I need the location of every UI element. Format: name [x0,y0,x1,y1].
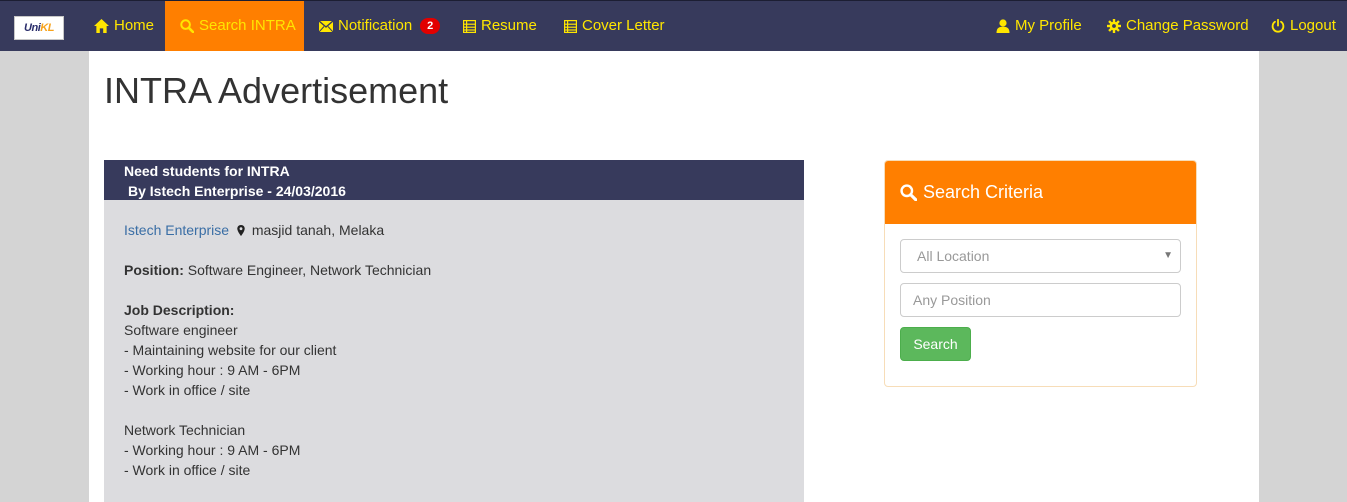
nav-cover-letter-label: Cover Letter [582,17,665,34]
nav-notification-label: Notification [338,17,413,34]
search-icon [180,19,194,33]
navbar: UniKL Home Search INTRA Notification 2 R… [0,0,1347,51]
nav-home-label: Home [114,17,155,34]
ad-title: Need students for INTRA [124,163,290,179]
search-icon [900,184,917,201]
nav-change-password-label: Change Password [1126,17,1249,34]
job-desc-line: Network Technician [124,422,246,438]
nav-resume-label: Resume [481,17,537,34]
job-desc-line: - Work in office / site [124,462,251,478]
list-icon [463,19,476,33]
location-select-value: All Location [917,248,990,264]
nav-change-password[interactable]: Change Password [1107,1,1249,51]
job-description-label: Job Description: [124,302,235,318]
nav-my-profile[interactable]: My Profile [996,1,1082,51]
ad-header: Need students for INTRA By Istech Enterp… [104,160,804,200]
job-desc-line: - Maintaining website for our client [124,342,337,358]
home-icon [94,19,109,33]
map-marker-icon [237,225,245,236]
nav-my-profile-label: My Profile [1015,17,1082,34]
position-label: Position: [124,262,184,278]
company-link[interactable]: Istech Enterprise [124,222,229,238]
ad-location: masjid tanah, Melaka [251,222,385,238]
nav-search-intra-label: Search INTRA [199,17,296,34]
gear-icon [1107,19,1121,33]
position-input[interactable] [900,283,1181,317]
list-icon [564,19,577,33]
chevron-down-icon: ▼ [1163,250,1173,261]
page-title: INTRA Advertisement [104,70,449,111]
main-content: INTRA Advertisement Need students for IN… [89,51,1259,502]
nav-search-intra[interactable]: Search INTRA [165,1,304,51]
nav-cover-letter[interactable]: Cover Letter [564,1,665,51]
ad-byline: By Istech Enterprise - 24/03/2016 [128,183,346,199]
search-button[interactable]: Search [900,327,971,361]
location-select[interactable]: All Location ▼ [900,239,1181,273]
ad-body: Istech Enterprise masjid tanah, Melaka P… [104,200,804,502]
user-icon [996,19,1010,33]
nav-home[interactable]: Home [94,1,154,51]
job-desc-line: - Working hour : 9 AM - 6PM [124,362,301,378]
nav-logout[interactable]: Logout [1271,1,1336,51]
power-icon [1271,19,1285,33]
nav-notification[interactable]: Notification 2 [319,1,441,51]
job-desc-line: Software engineer [124,322,238,338]
job-desc-line: - Work in office / site [124,382,251,398]
position-value: Software Engineer, Network Technician [187,262,432,278]
nav-resume[interactable]: Resume [463,1,537,51]
search-criteria-panel: Search Criteria All Location ▼ Search [884,160,1197,387]
search-criteria-header: Search Criteria [885,161,1196,224]
nav-logout-label: Logout [1290,17,1336,34]
unikl-logo[interactable]: UniKL [14,16,64,40]
job-desc-line: - Working hour : 9 AM - 6PM [124,442,301,458]
notification-count-badge: 2 [420,18,441,34]
envelope-icon [319,20,333,32]
search-criteria-title: Search Criteria [923,182,1044,202]
